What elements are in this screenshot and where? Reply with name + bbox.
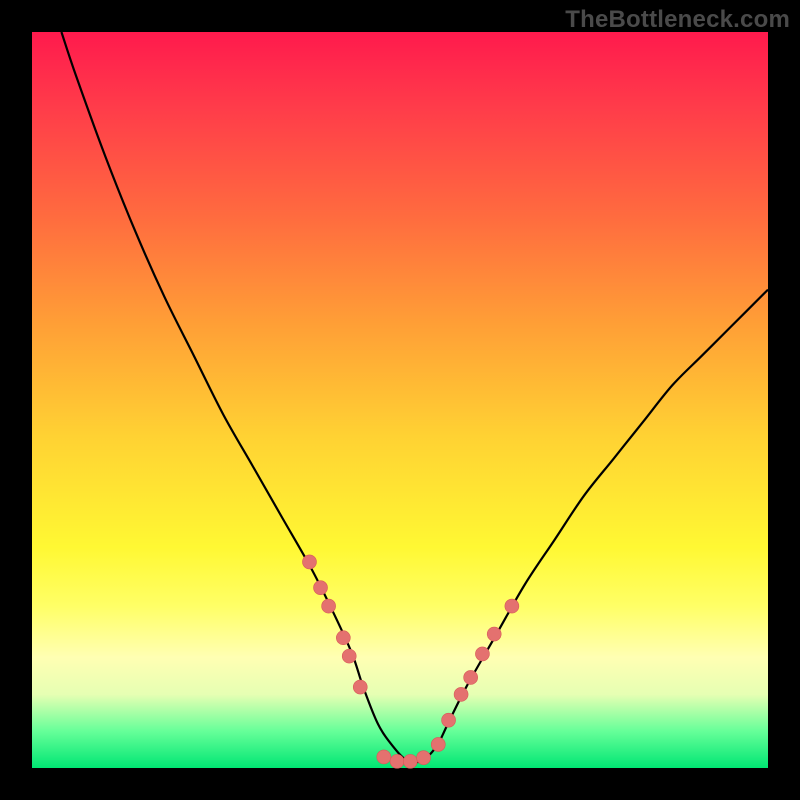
bottleneck-curve	[61, 32, 768, 762]
tick-dot	[322, 599, 336, 613]
tick-dot	[475, 647, 489, 661]
tick-dot	[417, 751, 431, 765]
tick-dot	[314, 581, 328, 595]
bottleneck-chart	[32, 32, 768, 768]
tick-marks	[302, 555, 518, 768]
tick-dot	[377, 750, 391, 764]
tick-dot	[403, 754, 417, 768]
tick-dot	[342, 649, 356, 663]
tick-dot	[390, 754, 404, 768]
tick-dot	[431, 737, 445, 751]
tick-dot	[353, 680, 367, 694]
tick-dot	[487, 627, 501, 641]
plot-area	[32, 32, 768, 768]
tick-dot	[336, 631, 350, 645]
watermark-text: TheBottleneck.com	[565, 6, 790, 34]
tick-dot	[442, 713, 456, 727]
tick-dot	[464, 670, 478, 684]
tick-dot	[505, 599, 519, 613]
tick-dot	[302, 555, 316, 569]
tick-dot	[454, 687, 468, 701]
